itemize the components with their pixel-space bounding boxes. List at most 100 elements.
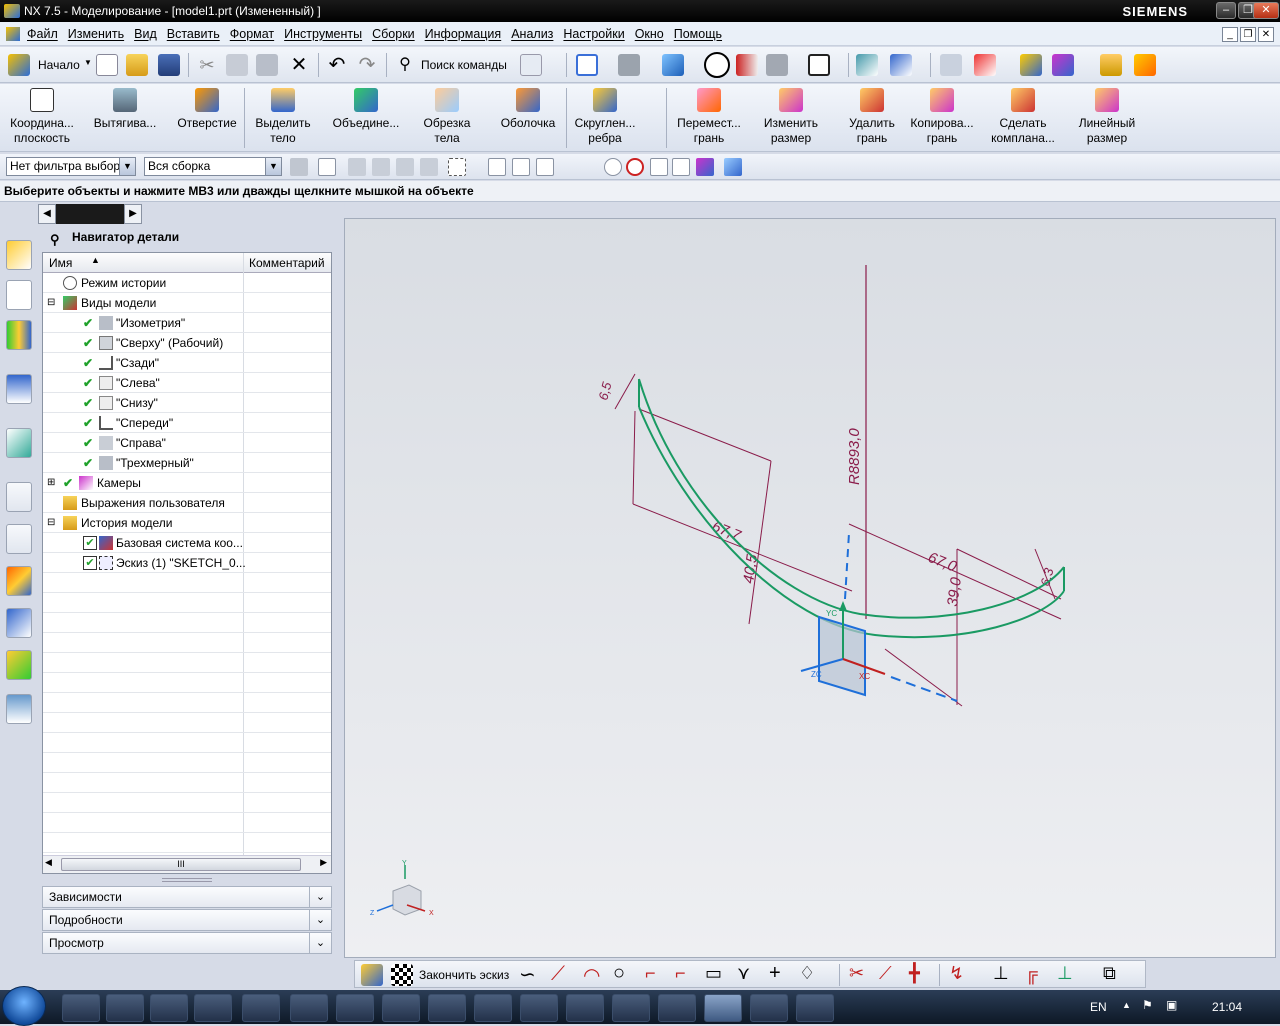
shell-button[interactable]: Оболочка: [496, 84, 560, 150]
doc-restore-button[interactable]: ❐: [1240, 27, 1256, 42]
splitter-handle[interactable]: [162, 878, 212, 882]
close-button[interactable]: ✕: [1253, 2, 1279, 19]
info-icon[interactable]: [520, 54, 542, 76]
start-menu-label[interactable]: Начало: [38, 58, 80, 72]
ruler-icon[interactable]: [1134, 54, 1156, 76]
fit-view-icon[interactable]: [576, 54, 598, 76]
select-body-icon[interactable]: [396, 158, 414, 176]
render-style-icon[interactable]: [704, 52, 730, 78]
rectangle-select-icon[interactable]: [448, 158, 466, 176]
type-filter-select[interactable]: Нет фильтра выбор ▼: [6, 157, 136, 176]
tree-row-cameras[interactable]: ⊞ ✔ Камеры: [43, 473, 331, 493]
snap-curve-icon[interactable]: [560, 158, 578, 176]
tree-row-history-mode[interactable]: Режим истории: [43, 273, 331, 293]
panel-preview[interactable]: Просмотр ⌄: [42, 932, 332, 954]
assembly-navigator-icon[interactable]: [6, 240, 32, 270]
copy-icon[interactable]: [226, 54, 248, 76]
visualization-icon[interactable]: [6, 566, 32, 596]
sketch-task-env-icon[interactable]: [361, 964, 383, 986]
scroll-right-button[interactable]: ▶: [124, 204, 142, 224]
paste-icon[interactable]: [256, 54, 278, 76]
tree-row-view[interactable]: ✔ "Слева": [43, 373, 331, 393]
scroll-left-button[interactable]: ◀: [38, 204, 56, 224]
extract-body-button[interactable]: Выделить тело: [250, 84, 316, 150]
menu-tools[interactable]: Инструменты: [279, 27, 367, 41]
dimension-icon[interactable]: ↯: [949, 963, 964, 984]
roles-icon[interactable]: [6, 608, 32, 638]
edge-blend-button[interactable]: Скруглен... ребра: [570, 84, 640, 150]
graphics-window[interactable]: R8893,0 6,5 67,7 40,5 67,0 39,0 6,3 YC X…: [344, 218, 1276, 958]
snap-on-curve-icon[interactable]: [672, 158, 690, 176]
resize-button[interactable]: Изменить размер: [760, 84, 822, 150]
tree-row-view[interactable]: ✔ "Трехмерный": [43, 453, 331, 473]
system-scenes-icon[interactable]: [6, 650, 32, 680]
explorer-icon[interactable]: [62, 994, 100, 1022]
word-icon[interactable]: [796, 994, 834, 1022]
finish-flag-icon[interactable]: [391, 964, 413, 986]
wcs-icon[interactable]: [856, 54, 878, 76]
app-menu-icon[interactable]: [6, 26, 20, 41]
word-icon[interactable]: [750, 994, 788, 1022]
tree-row-view[interactable]: ✔ "Изометрия": [43, 313, 331, 333]
network-icon[interactable]: ▣: [1166, 998, 1177, 1012]
analysis-icon[interactable]: [1052, 54, 1074, 76]
menu-edit[interactable]: Изменить: [63, 27, 129, 41]
hidden-edge-icon[interactable]: [766, 54, 788, 76]
scrollbar-thumb[interactable]: III: [61, 858, 301, 871]
select-tool-icon[interactable]: [1020, 54, 1042, 76]
corner-icon[interactable]: ╋: [909, 963, 920, 984]
start-icon[interactable]: [8, 54, 30, 76]
cube-icon[interactable]: [662, 54, 684, 76]
sketch-drawing[interactable]: R8893,0 6,5 67,7 40,5 67,0 39,0 6,3 YC X…: [345, 219, 1277, 959]
trim-body-button[interactable]: Обрезка тела: [416, 84, 478, 150]
measure-icon[interactable]: [1100, 54, 1122, 76]
flag-icon[interactable]: ⚑: [1142, 998, 1153, 1012]
column-comment-header[interactable]: Комментарий: [249, 256, 325, 270]
snap-control-icon[interactable]: [536, 158, 554, 176]
doc-close-button[interactable]: ✕: [1258, 27, 1274, 42]
arc-icon[interactable]: ◠: [583, 963, 600, 988]
tree-row-view[interactable]: ✔ "Сзади": [43, 353, 331, 373]
web-browser-icon[interactable]: [6, 428, 32, 458]
snap-point-icon[interactable]: [318, 158, 336, 176]
system-materials-icon[interactable]: [6, 694, 32, 724]
circle-icon[interactable]: ○: [613, 962, 625, 985]
app-icon[interactable]: [336, 994, 374, 1022]
undo-icon[interactable]: ↶: [326, 54, 348, 76]
tree-row-view[interactable]: ✔ "Спереди": [43, 413, 331, 433]
hd3d-icon[interactable]: [6, 374, 32, 404]
delete-face-button[interactable]: Удалить грань: [842, 84, 902, 150]
line-icon[interactable]: ⟋: [551, 963, 565, 986]
scope-select[interactable]: Вся сборка ▼: [144, 157, 282, 176]
linear-dimension-button[interactable]: Линейный размер: [1074, 84, 1140, 150]
move-face-button[interactable]: Перемест... грань: [674, 84, 744, 150]
constraint-icon[interactable]: ⊥: [993, 963, 1009, 984]
language-indicator[interactable]: EN: [1090, 1000, 1107, 1014]
menu-view[interactable]: Вид: [129, 27, 162, 41]
unite-button[interactable]: Объедине...: [328, 84, 404, 150]
auto-constraints-icon[interactable]: ⊥: [1057, 963, 1073, 984]
horizontal-scrollbar[interactable]: ◀ III ▶: [43, 855, 331, 873]
snap-mid-icon[interactable]: [512, 158, 530, 176]
app-icon[interactable]: [658, 994, 696, 1022]
menu-file[interactable]: Файл: [22, 27, 63, 41]
snap-arc-center-icon[interactable]: [604, 158, 622, 176]
menu-preferences[interactable]: Настройки: [558, 27, 629, 41]
menu-information[interactable]: Информация: [420, 27, 507, 41]
sketch-style-icon[interactable]: ⧉: [1103, 963, 1116, 984]
snap-body-icon[interactable]: [724, 158, 742, 176]
background-icon[interactable]: [808, 54, 830, 76]
menu-format[interactable]: Формат: [225, 27, 279, 41]
datum-plane-button[interactable]: Координа... плоскость: [6, 84, 78, 150]
view-orient-icon[interactable]: [618, 54, 640, 76]
delete-icon[interactable]: ✕: [288, 54, 310, 76]
opera-icon[interactable]: [150, 994, 188, 1022]
rectangle-icon[interactable]: ▭: [705, 963, 722, 984]
app-icon[interactable]: [382, 994, 420, 1022]
trim-icon[interactable]: ✂: [849, 963, 864, 984]
doc-minimize-button[interactable]: _: [1222, 27, 1238, 42]
app-icon[interactable]: [474, 994, 512, 1022]
hole-button[interactable]: Отверстие: [174, 84, 240, 150]
select-edge-icon[interactable]: [372, 158, 390, 176]
select-face-icon[interactable]: [348, 158, 366, 176]
